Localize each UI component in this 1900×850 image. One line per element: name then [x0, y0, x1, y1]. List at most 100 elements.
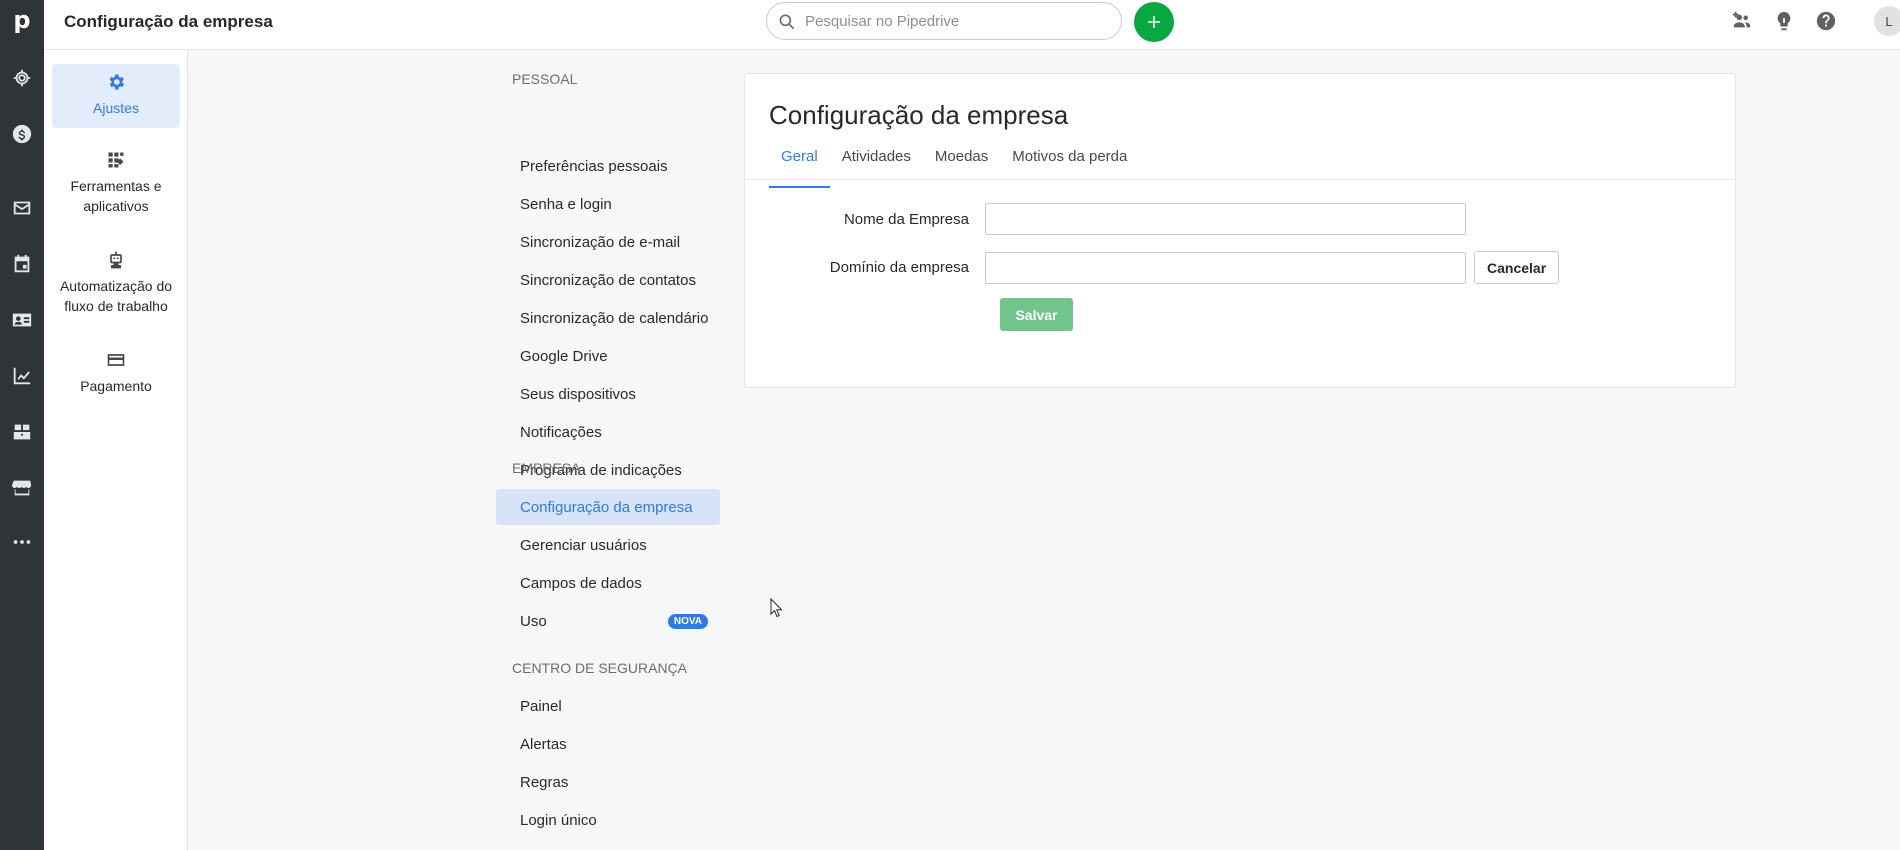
settings-tabs: Geral Atividades Moedas Motivos da perda — [769, 148, 1139, 188]
nav-item-google-drive[interactable]: Google Drive — [496, 338, 720, 374]
category-workflow-automation[interactable]: Automatização do fluxo de trabalho — [52, 242, 180, 326]
company-name-row: Nome da Empresa — [745, 203, 1466, 235]
nav-item-label: Login único — [520, 811, 597, 829]
company-name-input[interactable] — [985, 203, 1466, 235]
app-rail: p — [0, 0, 44, 850]
search-box[interactable] — [766, 2, 1122, 40]
nav-item-label: Sincronização de contatos — [520, 271, 696, 289]
target-icon — [13, 69, 31, 87]
contacts-icon — [12, 313, 32, 327]
help-icon — [1816, 11, 1836, 31]
nav-item-label: Regras — [520, 773, 569, 791]
nav-item-usage[interactable]: Uso NOVA — [496, 603, 720, 639]
nav-item-label: Seus dispositivos — [520, 385, 636, 403]
nav-item-notifications[interactable]: Notificações — [496, 414, 720, 450]
company-domain-label: Domínio da empresa — [829, 259, 969, 276]
tab-lost-reasons[interactable]: Motivos da perda — [1000, 148, 1139, 178]
nav-item-single-sign-on[interactable]: Login único — [496, 802, 720, 838]
logo-text: p — [13, 6, 31, 34]
company-domain-input[interactable] — [985, 251, 1466, 284]
rail-more[interactable] — [0, 522, 44, 562]
rail-leads[interactable] — [0, 58, 44, 98]
add-people-icon — [1732, 11, 1751, 28]
nav-item-devices[interactable]: Seus dispositivos — [496, 376, 720, 412]
rail-contacts[interactable] — [0, 300, 44, 340]
nav-item-calendar-sync[interactable]: Sincronização de calendário — [496, 300, 720, 336]
nav-item-personal-preferences[interactable]: Preferências pessoais — [496, 148, 720, 184]
search-input[interactable] — [805, 12, 1105, 30]
company-domain-row: Domínio da empresa Cancelar — [745, 251, 1560, 284]
more-icon — [13, 540, 31, 544]
nav-item-label: Sincronização de calendário — [520, 309, 709, 327]
nav-item-label: Uso — [520, 612, 547, 630]
nav-item-security-dashboard[interactable]: Painel — [496, 688, 720, 724]
nav-item-password-login[interactable]: Senha e login — [496, 186, 720, 222]
nav-item-label: Google Drive — [520, 347, 608, 365]
nav-item-rules[interactable]: Regras — [496, 764, 720, 800]
dollar-icon — [12, 124, 32, 144]
nav-item-label: Sincronização de e-mail — [520, 233, 681, 251]
card-title: Configuração da empresa — [769, 100, 1069, 130]
rail-marketplace[interactable] — [0, 468, 44, 508]
nav-item-company-settings[interactable]: Configuração da empresa — [496, 489, 720, 525]
mouse-pointer-icon — [770, 598, 783, 618]
top-bar: Configuração da empresa L — [44, 0, 1900, 50]
category-billing[interactable]: Pagamento — [52, 342, 180, 406]
rail-deals[interactable] — [0, 114, 44, 154]
nav-section-header: CENTRO DE SEGURANÇA — [512, 660, 688, 676]
nav-item-label: Campos de dados — [520, 574, 642, 592]
nav-item-label: Preferências pessoais — [520, 157, 668, 175]
rail-activities[interactable] — [0, 244, 44, 284]
nav-item-label: Configuração da empresa — [520, 498, 693, 516]
nav-item-contacts-sync[interactable]: Sincronização de contatos — [496, 262, 720, 298]
lightbulb-icon — [1777, 11, 1791, 31]
save-button[interactable]: Salvar — [1000, 298, 1073, 331]
nav-item-label: Alertas — [520, 735, 567, 753]
tab-general[interactable]: Geral — [769, 148, 830, 188]
page-title: Configuração da empresa — [64, 12, 273, 31]
nav-item-label: Notificações — [520, 423, 602, 441]
robot-icon — [110, 251, 122, 269]
invite-users-button[interactable] — [1730, 9, 1754, 33]
company-settings-card: Configuração da empresa Geral Atividades… — [744, 73, 1736, 388]
tools-grid-icon — [108, 152, 124, 168]
nav-item-label: Senha e login — [520, 195, 612, 213]
pipedrive-logo[interactable]: p — [0, 0, 44, 40]
search-icon — [777, 12, 797, 32]
rail-mail[interactable] — [0, 188, 44, 228]
mail-icon — [13, 201, 31, 215]
category-settings[interactable]: Ajustes — [52, 64, 180, 128]
category-label: Ferramentas e aplicativos — [70, 178, 162, 214]
category-tools-apps[interactable]: Ferramentas e aplicativos — [52, 142, 180, 226]
nav-section-header: EMPRESA — [512, 460, 581, 476]
gear-icon — [109, 74, 124, 90]
nav-item-label: Painel — [520, 697, 562, 715]
user-avatar[interactable]: L — [1874, 6, 1900, 36]
tab-activities[interactable]: Atividades — [830, 148, 923, 178]
marketplace-icon — [11, 480, 32, 496]
cancel-button[interactable]: Cancelar — [1474, 251, 1560, 284]
settings-category-column: Ajustes Ferramentas e aplicativos Automa… — [44, 50, 188, 850]
tips-button[interactable] — [1772, 9, 1796, 33]
nav-item-email-sync[interactable]: Sincronização de e-mail — [496, 224, 720, 260]
tab-currencies[interactable]: Moedas — [923, 148, 1000, 178]
nav-item-label: Gerenciar usuários — [520, 536, 647, 554]
nav-item-data-fields[interactable]: Campos de dados — [496, 565, 720, 601]
nav-section-header: PESSOAL — [512, 71, 578, 87]
company-name-label: Nome da Empresa — [843, 210, 969, 228]
chart-icon — [13, 367, 31, 385]
category-label: Automatização do fluxo de trabalho — [59, 278, 173, 314]
new-badge: NOVA — [667, 613, 708, 629]
help-button[interactable] — [1814, 9, 1838, 33]
calendar-icon — [14, 254, 30, 273]
rail-insights[interactable] — [0, 356, 44, 396]
quick-add-button[interactable] — [1134, 2, 1174, 42]
plus-icon — [1148, 16, 1160, 28]
credit-card-icon — [107, 354, 125, 366]
rail-products[interactable] — [0, 412, 44, 452]
nav-item-alerts[interactable]: Alertas — [496, 726, 720, 762]
category-label: Pagamento — [80, 378, 152, 394]
avatar-initial: L — [1885, 13, 1893, 29]
tab-divider — [745, 179, 1735, 180]
nav-item-manage-users[interactable]: Gerenciar usuários — [496, 527, 720, 563]
